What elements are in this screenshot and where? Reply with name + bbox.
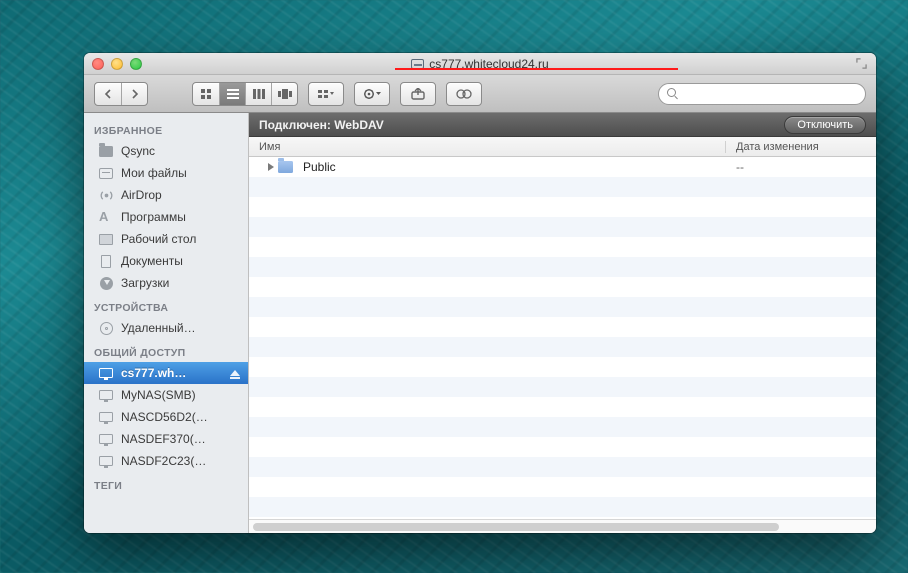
annotation-underline [395, 68, 678, 70]
view-list[interactable] [219, 83, 245, 105]
close-button[interactable] [92, 58, 104, 70]
documents-icon [98, 254, 114, 268]
view-columns[interactable] [245, 83, 271, 105]
sidebar-item-label: Программы [121, 210, 186, 224]
file-date: -- [726, 160, 876, 174]
horizontal-scrollbar[interactable] [249, 519, 876, 533]
window-title: cs777.whitecloud24.ru [84, 57, 876, 71]
sidebar: ИЗБРАННОЕ Qsync Мои файлы AirDrop A Программы… [84, 113, 249, 533]
sidebar-item-label: AirDrop [121, 188, 162, 202]
sidebar-group-header: ТЕГИ [84, 472, 248, 495]
search-field[interactable] [658, 83, 866, 105]
scrollbar-thumb[interactable] [253, 523, 779, 531]
column-date[interactable]: Дата изменения [726, 141, 876, 153]
sidebar-item-label: MyNAS(SMB) [121, 388, 196, 402]
sidebar-item-label: Рабочий стол [121, 232, 196, 246]
monitor-icon [98, 454, 114, 468]
fullscreen-button[interactable] [854, 57, 868, 71]
sidebar-item-label: cs777.wh… [121, 366, 186, 380]
sidebar-item[interactable]: Удаленный… [84, 317, 248, 339]
sidebar-group-header: ИЗБРАННОЕ [84, 117, 248, 140]
sidebar-item[interactable]: A Программы [84, 206, 248, 228]
sidebar-item[interactable]: NASDF2C23(… [84, 450, 248, 472]
traffic-lights [92, 58, 142, 70]
sidebar-item[interactable]: Документы [84, 250, 248, 272]
action-menu[interactable] [354, 82, 390, 106]
minimize-button[interactable] [111, 58, 123, 70]
sidebar-item-label: Документы [121, 254, 183, 268]
titlebar: cs777.whitecloud24.ru [84, 53, 876, 75]
arrange-menu[interactable] [308, 82, 344, 106]
tags-menu[interactable] [446, 82, 482, 106]
finder-window: cs777.whitecloud24.ru [84, 53, 876, 533]
forward-button[interactable] [121, 83, 147, 105]
server-icon [411, 59, 424, 69]
sidebar-item[interactable]: cs777.wh… [84, 362, 248, 384]
disclosure-triangle-icon[interactable] [268, 163, 274, 171]
folder-icon [98, 144, 114, 158]
sidebar-item-label: Загрузки [121, 276, 169, 290]
sidebar-item[interactable]: Мои файлы [84, 162, 248, 184]
eject-icon[interactable] [230, 370, 240, 376]
downloads-icon [98, 276, 114, 290]
column-headers: Имя Дата изменения [249, 137, 876, 157]
drive-icon [98, 166, 114, 180]
sidebar-item[interactable]: Qsync [84, 140, 248, 162]
sidebar-group-header: ОБЩИЙ ДОСТУП [84, 339, 248, 362]
sidebar-item[interactable]: MyNAS(SMB) [84, 384, 248, 406]
tags-button[interactable] [447, 83, 481, 105]
content-area: Подключен: WebDAV Отключить Имя Дата изм… [249, 113, 876, 533]
share-menu[interactable] [400, 82, 436, 106]
sidebar-item-label: NASCD56D2(… [121, 410, 208, 424]
folder-icon [278, 161, 293, 173]
monitor-icon [98, 410, 114, 424]
file-row[interactable]: Public-- [249, 157, 876, 177]
file-name: Public [299, 160, 726, 174]
window-title-text: cs777.whitecloud24.ru [429, 57, 548, 71]
column-name[interactable]: Имя [249, 141, 726, 153]
monitor-icon [98, 432, 114, 446]
sidebar-item-label: NASDF2C23(… [121, 454, 206, 468]
file-list[interactable]: Public-- [249, 157, 876, 519]
disc-icon [98, 321, 114, 335]
monitor-icon [98, 366, 114, 380]
nav-buttons [94, 82, 148, 106]
back-button[interactable] [95, 83, 121, 105]
view-icons[interactable] [193, 83, 219, 105]
view-coverflow[interactable] [271, 83, 297, 105]
sidebar-item[interactable]: Рабочий стол [84, 228, 248, 250]
airdrop-icon [98, 188, 114, 202]
arrange-button[interactable] [309, 83, 343, 105]
sidebar-item[interactable]: Загрузки [84, 272, 248, 294]
window-body: ИЗБРАННОЕ Qsync Мои файлы AirDrop A Программы… [84, 113, 876, 533]
monitor-icon [98, 388, 114, 402]
applications-icon: A [98, 210, 114, 224]
sidebar-group-header: УСТРОЙСТВА [84, 294, 248, 317]
search-input[interactable] [682, 87, 857, 101]
sidebar-item-label: NASDEF370(… [121, 432, 206, 446]
action-button[interactable] [355, 83, 389, 105]
share-button[interactable] [401, 83, 435, 105]
desktop-icon [98, 232, 114, 246]
sidebar-item-label: Мои файлы [121, 166, 187, 180]
view-switcher [192, 82, 298, 106]
sidebar-item[interactable]: NASCD56D2(… [84, 406, 248, 428]
connection-status-bar: Подключен: WebDAV Отключить [249, 113, 876, 137]
status-label: Подключен: WebDAV [259, 118, 384, 132]
disconnect-button[interactable]: Отключить [784, 116, 866, 134]
sidebar-item[interactable]: NASDEF370(… [84, 428, 248, 450]
search-icon [667, 88, 677, 99]
sidebar-item-label: Qsync [121, 144, 155, 158]
sidebar-item-label: Удаленный… [121, 321, 196, 335]
sidebar-item[interactable]: AirDrop [84, 184, 248, 206]
toolbar [84, 75, 876, 113]
zoom-button[interactable] [130, 58, 142, 70]
